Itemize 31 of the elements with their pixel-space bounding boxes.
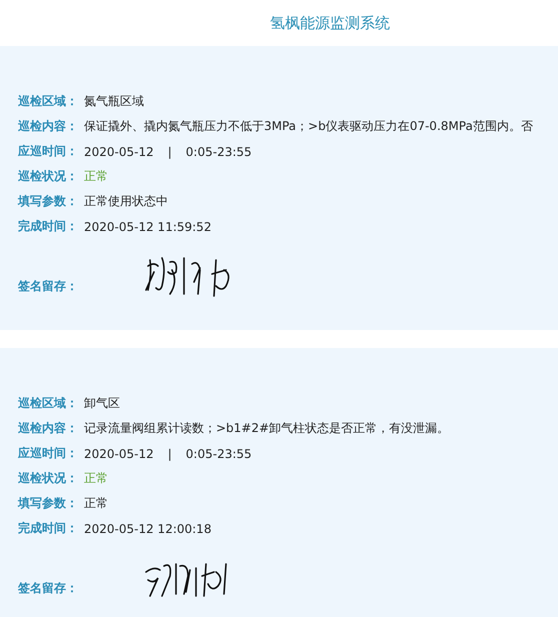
field-value: 2020-05-12 11:59:52 — [84, 220, 212, 234]
separator: | — [168, 144, 172, 158]
field-value: 2020-05-12 — [84, 144, 154, 158]
field-label: 签名留存： — [18, 278, 79, 295]
field-value: 正常 — [84, 495, 108, 512]
field-label: 签名留存： — [18, 580, 79, 597]
field-label: 巡检状况： — [18, 168, 79, 185]
field-value: 2020-05-12 12:00:18 — [84, 522, 212, 536]
field-label: 填写参数： — [18, 193, 79, 210]
separator: | — [168, 446, 172, 460]
field-label: 巡检状况： — [18, 470, 79, 487]
field-label: 应巡时间： — [18, 445, 79, 462]
field-label: 应巡时间： — [18, 143, 79, 160]
field-value: 卸气区 — [84, 395, 120, 412]
field-label: 完成时间： — [18, 218, 79, 235]
field-value: 正常使用状态中 — [84, 193, 168, 210]
field-value: 2020-05-12 — [84, 446, 154, 460]
field-label: 巡检区域： — [18, 93, 79, 110]
field-label: 完成时间： — [18, 520, 79, 537]
status-value: 正常 — [84, 168, 108, 185]
field-label: 填写参数： — [18, 495, 79, 512]
field-value: 0:05-23:55 — [186, 446, 252, 460]
field-label: 巡检内容： — [18, 420, 79, 437]
field-value: 记录流量阀组累计读数；>b1#2#卸气柱状态是否正常，有没泄漏。 — [84, 420, 450, 437]
field-value: 0:05-23:55 — [186, 144, 252, 158]
field-value: 保证撬外、撬内氮气瓶压力不低于3MPa；>b仪表驱动压力在07-0.8MPa范围内。否 — [84, 118, 533, 135]
field-value: 氮气瓶区域 — [84, 93, 144, 110]
field-label: 巡检内容： — [18, 118, 79, 135]
field-label: 巡检区域： — [18, 395, 79, 412]
status-value: 正常 — [84, 470, 108, 487]
page-title: 氢枫能源监测系统 — [270, 14, 390, 32]
